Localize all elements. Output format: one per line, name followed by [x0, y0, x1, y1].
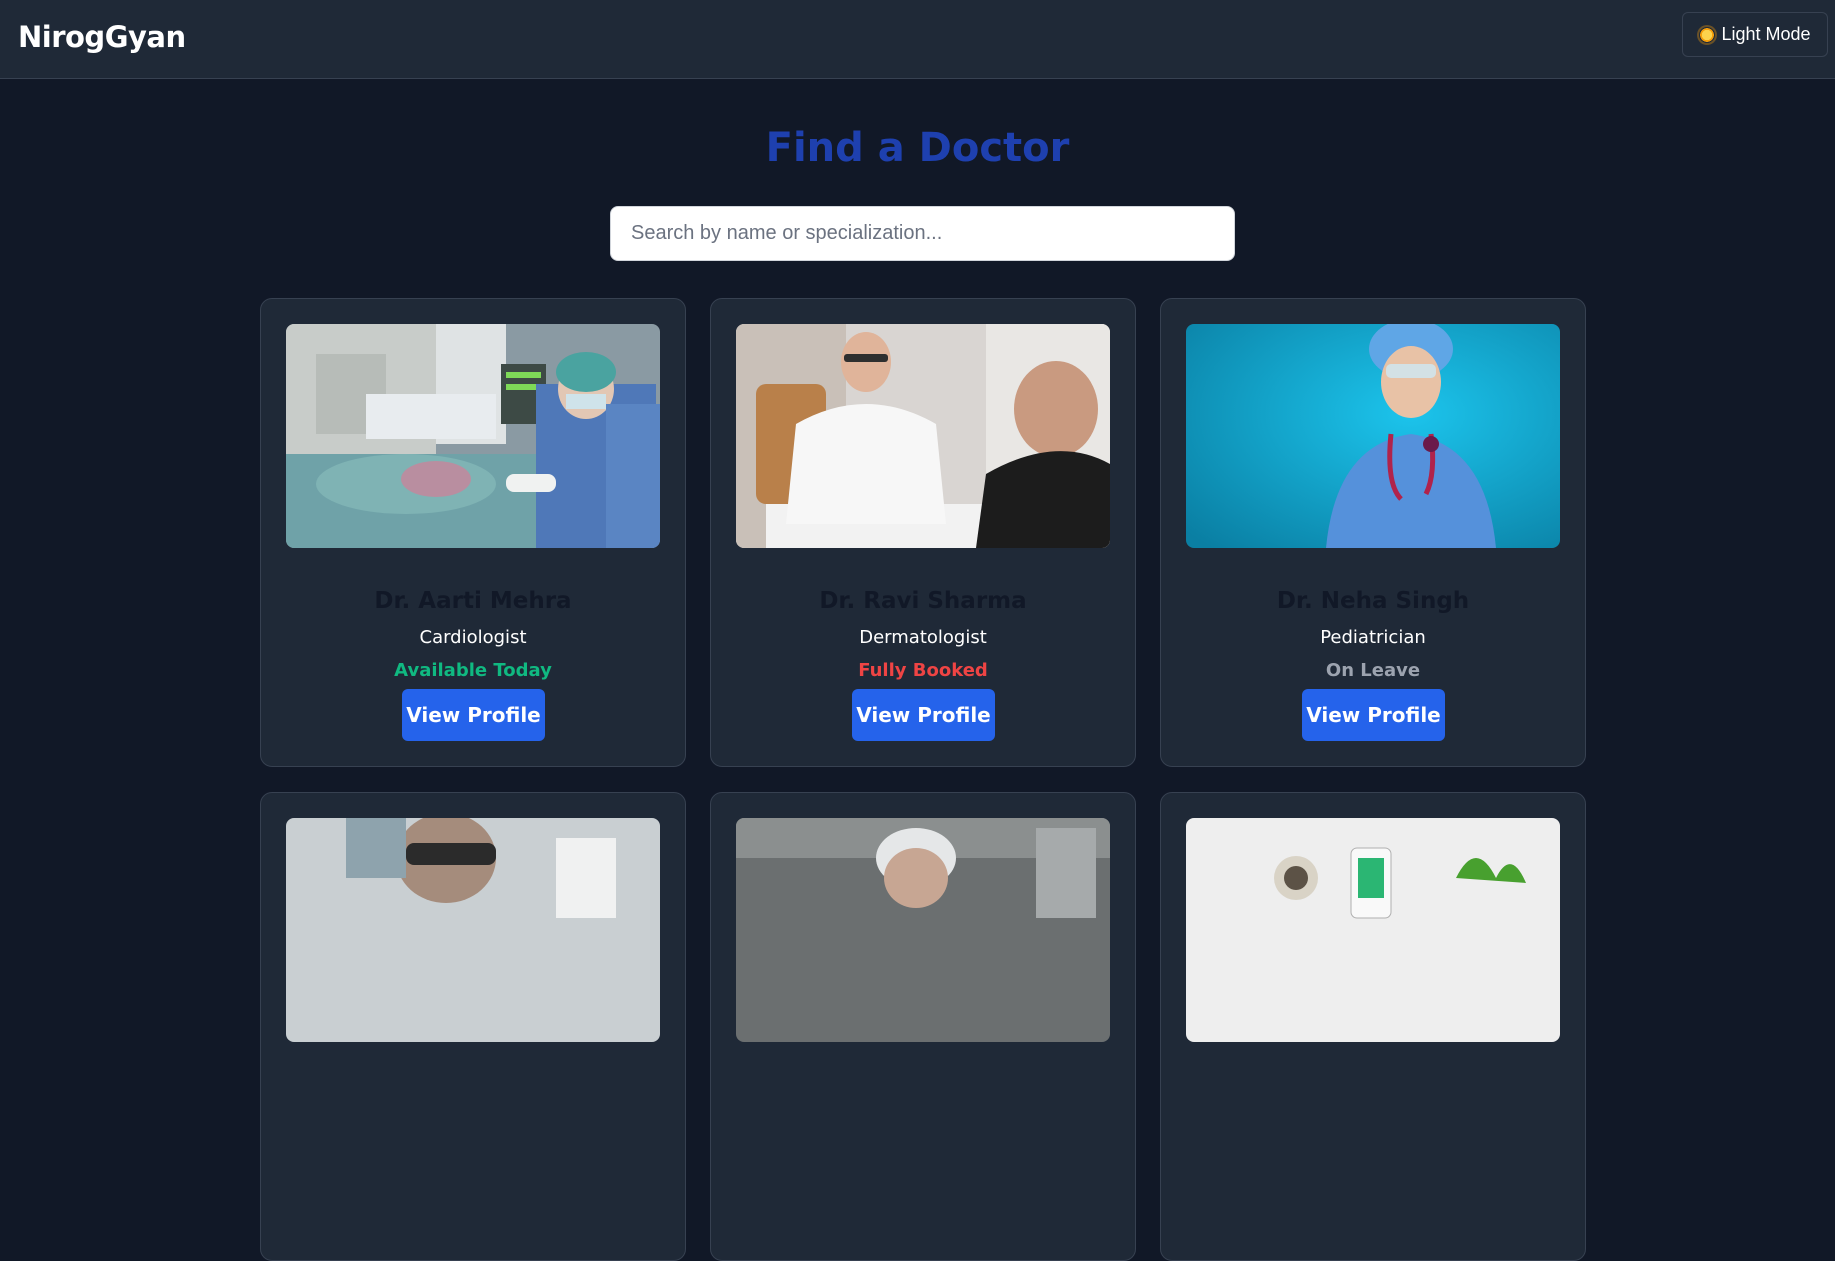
- doctor-card: [260, 792, 686, 1261]
- view-profile-button[interactable]: View Profile: [402, 689, 545, 741]
- medical-products-photo: [1186, 818, 1560, 1042]
- doctor-stethoscope-photo: [1186, 324, 1560, 548]
- view-profile-button[interactable]: View Profile: [852, 689, 995, 741]
- doctor-name: Dr. Neha Singh: [1276, 588, 1470, 614]
- doctor-specialization: Dermatologist: [859, 627, 987, 648]
- status-badge: Fully Booked: [858, 660, 988, 681]
- doctor-card: [710, 792, 1136, 1261]
- scientist-hairnet-photo: [736, 818, 1110, 1042]
- doctor-name: Dr. Aarti Mehra: [374, 588, 572, 614]
- light-mode-label: Light Mode: [1721, 24, 1811, 44]
- light-mode-toggle-button[interactable]: Light Mode: [1682, 12, 1828, 57]
- view-profile-button[interactable]: View Profile: [1302, 689, 1445, 741]
- doctor-card: Dr. Aarti Mehra Cardiologist Available T…: [260, 298, 686, 767]
- doctor-specialization: Pediatrician: [1320, 627, 1426, 648]
- doctor-card: Dr. Ravi Sharma Dermatologist Fully Book…: [710, 298, 1136, 767]
- doctor-name: Dr. Ravi Sharma: [819, 588, 1027, 614]
- doctor-consultation-photo: [736, 324, 1110, 548]
- doctor-specialization: Cardiologist: [419, 627, 527, 648]
- brand-logo[interactable]: NirogGyan: [18, 20, 186, 54]
- navbar: NirogGyan Light Mode: [0, 0, 1835, 79]
- surgery-team-photo: [286, 324, 660, 548]
- status-badge: Available Today: [394, 660, 552, 681]
- status-badge: On Leave: [1325, 660, 1421, 681]
- sun-icon: [1699, 26, 1716, 43]
- doctor-card: [1160, 792, 1586, 1261]
- search-input[interactable]: [610, 206, 1235, 261]
- doctor-card: Dr. Neha Singh Pediatrician On Leave Vie…: [1160, 298, 1586, 767]
- lab-technician-photo: [286, 818, 660, 1042]
- page-title: Find a Doctor: [765, 125, 1070, 171]
